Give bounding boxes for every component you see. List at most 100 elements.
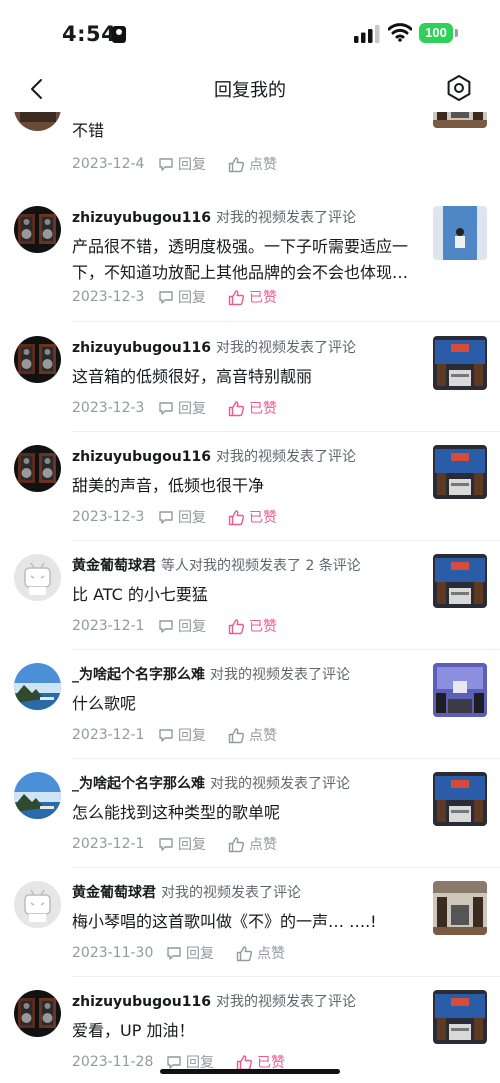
reply-button[interactable]: 回复 <box>166 943 214 963</box>
video-thumbnail[interactable] <box>433 445 487 499</box>
avatar[interactable] <box>14 663 61 710</box>
video-thumbnail[interactable] <box>433 881 487 935</box>
thumbs-up-icon <box>228 836 245 852</box>
video-thumbnail[interactable] <box>433 554 487 608</box>
reply-bubble-icon <box>159 729 173 742</box>
reply-button[interactable]: 回复 <box>158 834 206 854</box>
reply-button[interactable]: 回复 <box>158 398 206 418</box>
list-item[interactable]: _为啥起个名字那么难 对我的视频发表了评论 怎么能找到这种类型的歌单呢 2023-… <box>0 758 500 868</box>
like-button[interactable]: 点赞 <box>228 725 277 745</box>
notification-header: _为啥起个名字那么难 对我的视频发表了评论 <box>72 664 350 684</box>
action-text: 对我的视频发表了评论 <box>215 994 356 1010</box>
user-name[interactable]: 黄金葡萄球君 <box>72 885 156 901</box>
action-text: 对我的视频发表了评论 <box>215 340 356 356</box>
avatar[interactable] <box>14 772 61 819</box>
list-item[interactable]: 不错 2023-12-4 回复 点赞 <box>0 112 500 184</box>
avatar[interactable] <box>14 336 61 383</box>
action-text: 对我的视频发表了评论 <box>210 667 350 683</box>
like-button[interactable]: 已赞 <box>228 507 277 527</box>
reply-button[interactable]: 回复 <box>158 154 206 174</box>
action-text: 对我的视频发表了评论 <box>215 449 356 465</box>
like-button[interactable]: 点赞 <box>228 834 277 854</box>
comment-date: 2023-12-4 <box>72 156 145 172</box>
reply-button[interactable]: 回复 <box>158 507 206 527</box>
comment-text: 产品很不错，透明度极强。一下子听需要适应一下，不知道功放配上其他品牌的会不会也体… <box>72 237 409 282</box>
comment-text: 这音箱的低频很好，高音特别靓丽 <box>72 367 313 386</box>
list-item[interactable]: 黄金葡萄球君 等人对我的视频发表了 2 条评论 比 ATC 的小七要猛 2023-… <box>0 540 500 650</box>
liked-label: 已赞 <box>249 510 277 526</box>
avatar[interactable] <box>14 206 61 253</box>
settings-hexagon-icon[interactable] <box>444 73 474 103</box>
user-name[interactable]: zhizuyubugou116 <box>72 340 211 356</box>
user-name[interactable]: 黄金葡萄球君 <box>72 558 156 574</box>
comment-text: 甜美的声音，低频也很干净 <box>72 476 265 495</box>
comment-meta: 2023-12-1 回复 点赞 <box>72 725 277 745</box>
reply-button[interactable]: 回复 <box>158 287 206 307</box>
avatar[interactable] <box>14 990 61 1037</box>
list-item[interactable]: zhizuyubugou116 对我的视频发表了评论 甜美的声音，低频也很干净 2… <box>0 431 500 541</box>
notification-header: zhizuyubugou116 对我的视频发表了评论 <box>72 337 356 357</box>
like-label: 点赞 <box>249 728 277 744</box>
reply-list[interactable]: 不错 2023-12-4 回复 点赞 zhizuyubugou116 对我的视频发… <box>0 112 500 1083</box>
like-button[interactable]: 点赞 <box>236 943 285 963</box>
notification-header: zhizuyubugou116 对我的视频发表了评论 <box>72 991 356 1011</box>
action-text: 对我的视频发表了评论 <box>210 776 350 792</box>
reply-bubble-icon <box>159 291 173 304</box>
status-bar: 4:54 100 <box>0 0 500 64</box>
comment-meta: 2023-12-3 回复 已赞 <box>72 398 277 418</box>
thumbs-up-icon <box>228 727 245 743</box>
video-thumbnail[interactable] <box>433 336 487 390</box>
comment-meta: 2023-11-30 回复 点赞 <box>72 943 285 963</box>
video-thumbnail[interactable] <box>433 206 487 260</box>
comment-text: 什么歌呢 <box>72 694 137 713</box>
comment-date: 2023-12-3 <box>72 509 145 525</box>
notification-header: 黄金葡萄球君 等人对我的视频发表了 2 条评论 <box>72 555 361 575</box>
reply-button[interactable]: 回复 <box>158 725 206 745</box>
like-button[interactable]: 已赞 <box>228 616 277 636</box>
comment-date: 2023-12-1 <box>72 836 145 852</box>
cellular-signal-icon <box>354 25 380 43</box>
action-text: 对我的视频发表了评论 <box>215 210 356 226</box>
comment-meta: 2023-12-4 回复 点赞 <box>72 154 277 174</box>
like-button[interactable]: 已赞 <box>228 287 277 307</box>
reply-label: 回复 <box>178 619 206 635</box>
avatar[interactable] <box>14 445 61 492</box>
thumbs-up-icon <box>236 1054 253 1070</box>
home-indicator[interactable] <box>160 1069 340 1074</box>
reply-bubble-icon <box>159 511 173 524</box>
thumbs-up-icon <box>236 945 253 961</box>
reply-bubble-icon <box>159 838 173 851</box>
avatar[interactable] <box>14 554 61 601</box>
comment-text: 怎么能找到这种类型的歌单呢 <box>72 803 281 822</box>
list-item[interactable]: zhizuyubugou116 对我的视频发表了评论 产品很不错，透明度极强。一下… <box>0 192 500 322</box>
reply-label: 回复 <box>178 837 206 853</box>
list-item[interactable]: zhizuyubugou116 对我的视频发表了评论 这音箱的低频很好，高音特别靓… <box>0 322 500 432</box>
list-item[interactable]: _为啥起个名字那么难 对我的视频发表了评论 什么歌呢 2023-12-1 回复 点… <box>0 649 500 759</box>
notification-header: zhizuyubugou116 对我的视频发表了评论 <box>72 207 356 227</box>
avatar[interactable] <box>14 881 61 928</box>
like-button[interactable]: 已赞 <box>228 398 277 418</box>
list-item[interactable]: zhizuyubugou116 对我的视频发表了评论 爱看，UP 加油！ 2023… <box>0 976 500 1083</box>
user-name[interactable]: _为啥起个名字那么难 <box>72 776 205 792</box>
user-name[interactable]: zhizuyubugou116 <box>72 449 211 465</box>
reply-bubble-icon <box>167 947 181 960</box>
reply-label: 回复 <box>178 510 206 526</box>
avatar[interactable] <box>14 112 61 131</box>
comment-meta: 2023-12-3 回复 已赞 <box>72 287 277 307</box>
video-thumbnail[interactable] <box>433 772 487 826</box>
reply-button[interactable]: 回复 <box>158 616 206 636</box>
thumbs-up-icon <box>228 400 245 416</box>
comment-text: 梅小琴唱的这首歌叫做《不》的一声… ….! <box>72 912 377 931</box>
user-name[interactable]: _为啥起个名字那么难 <box>72 667 205 683</box>
video-thumbnail[interactable] <box>433 663 487 717</box>
user-name[interactable]: zhizuyubugou116 <box>72 994 211 1010</box>
reply-bubble-icon <box>159 620 173 633</box>
video-thumbnail[interactable] <box>433 112 487 128</box>
list-item[interactable]: 黄金葡萄球君 对我的视频发表了评论 梅小琴唱的这首歌叫做《不》的一声… ….! 2… <box>0 867 500 977</box>
comment-meta: 2023-12-3 回复 已赞 <box>72 507 277 527</box>
battery-indicator: 100 <box>419 23 453 43</box>
reply-label: 回复 <box>178 401 206 417</box>
video-thumbnail[interactable] <box>433 990 487 1044</box>
like-button[interactable]: 点赞 <box>228 154 277 174</box>
user-name[interactable]: zhizuyubugou116 <box>72 210 211 226</box>
